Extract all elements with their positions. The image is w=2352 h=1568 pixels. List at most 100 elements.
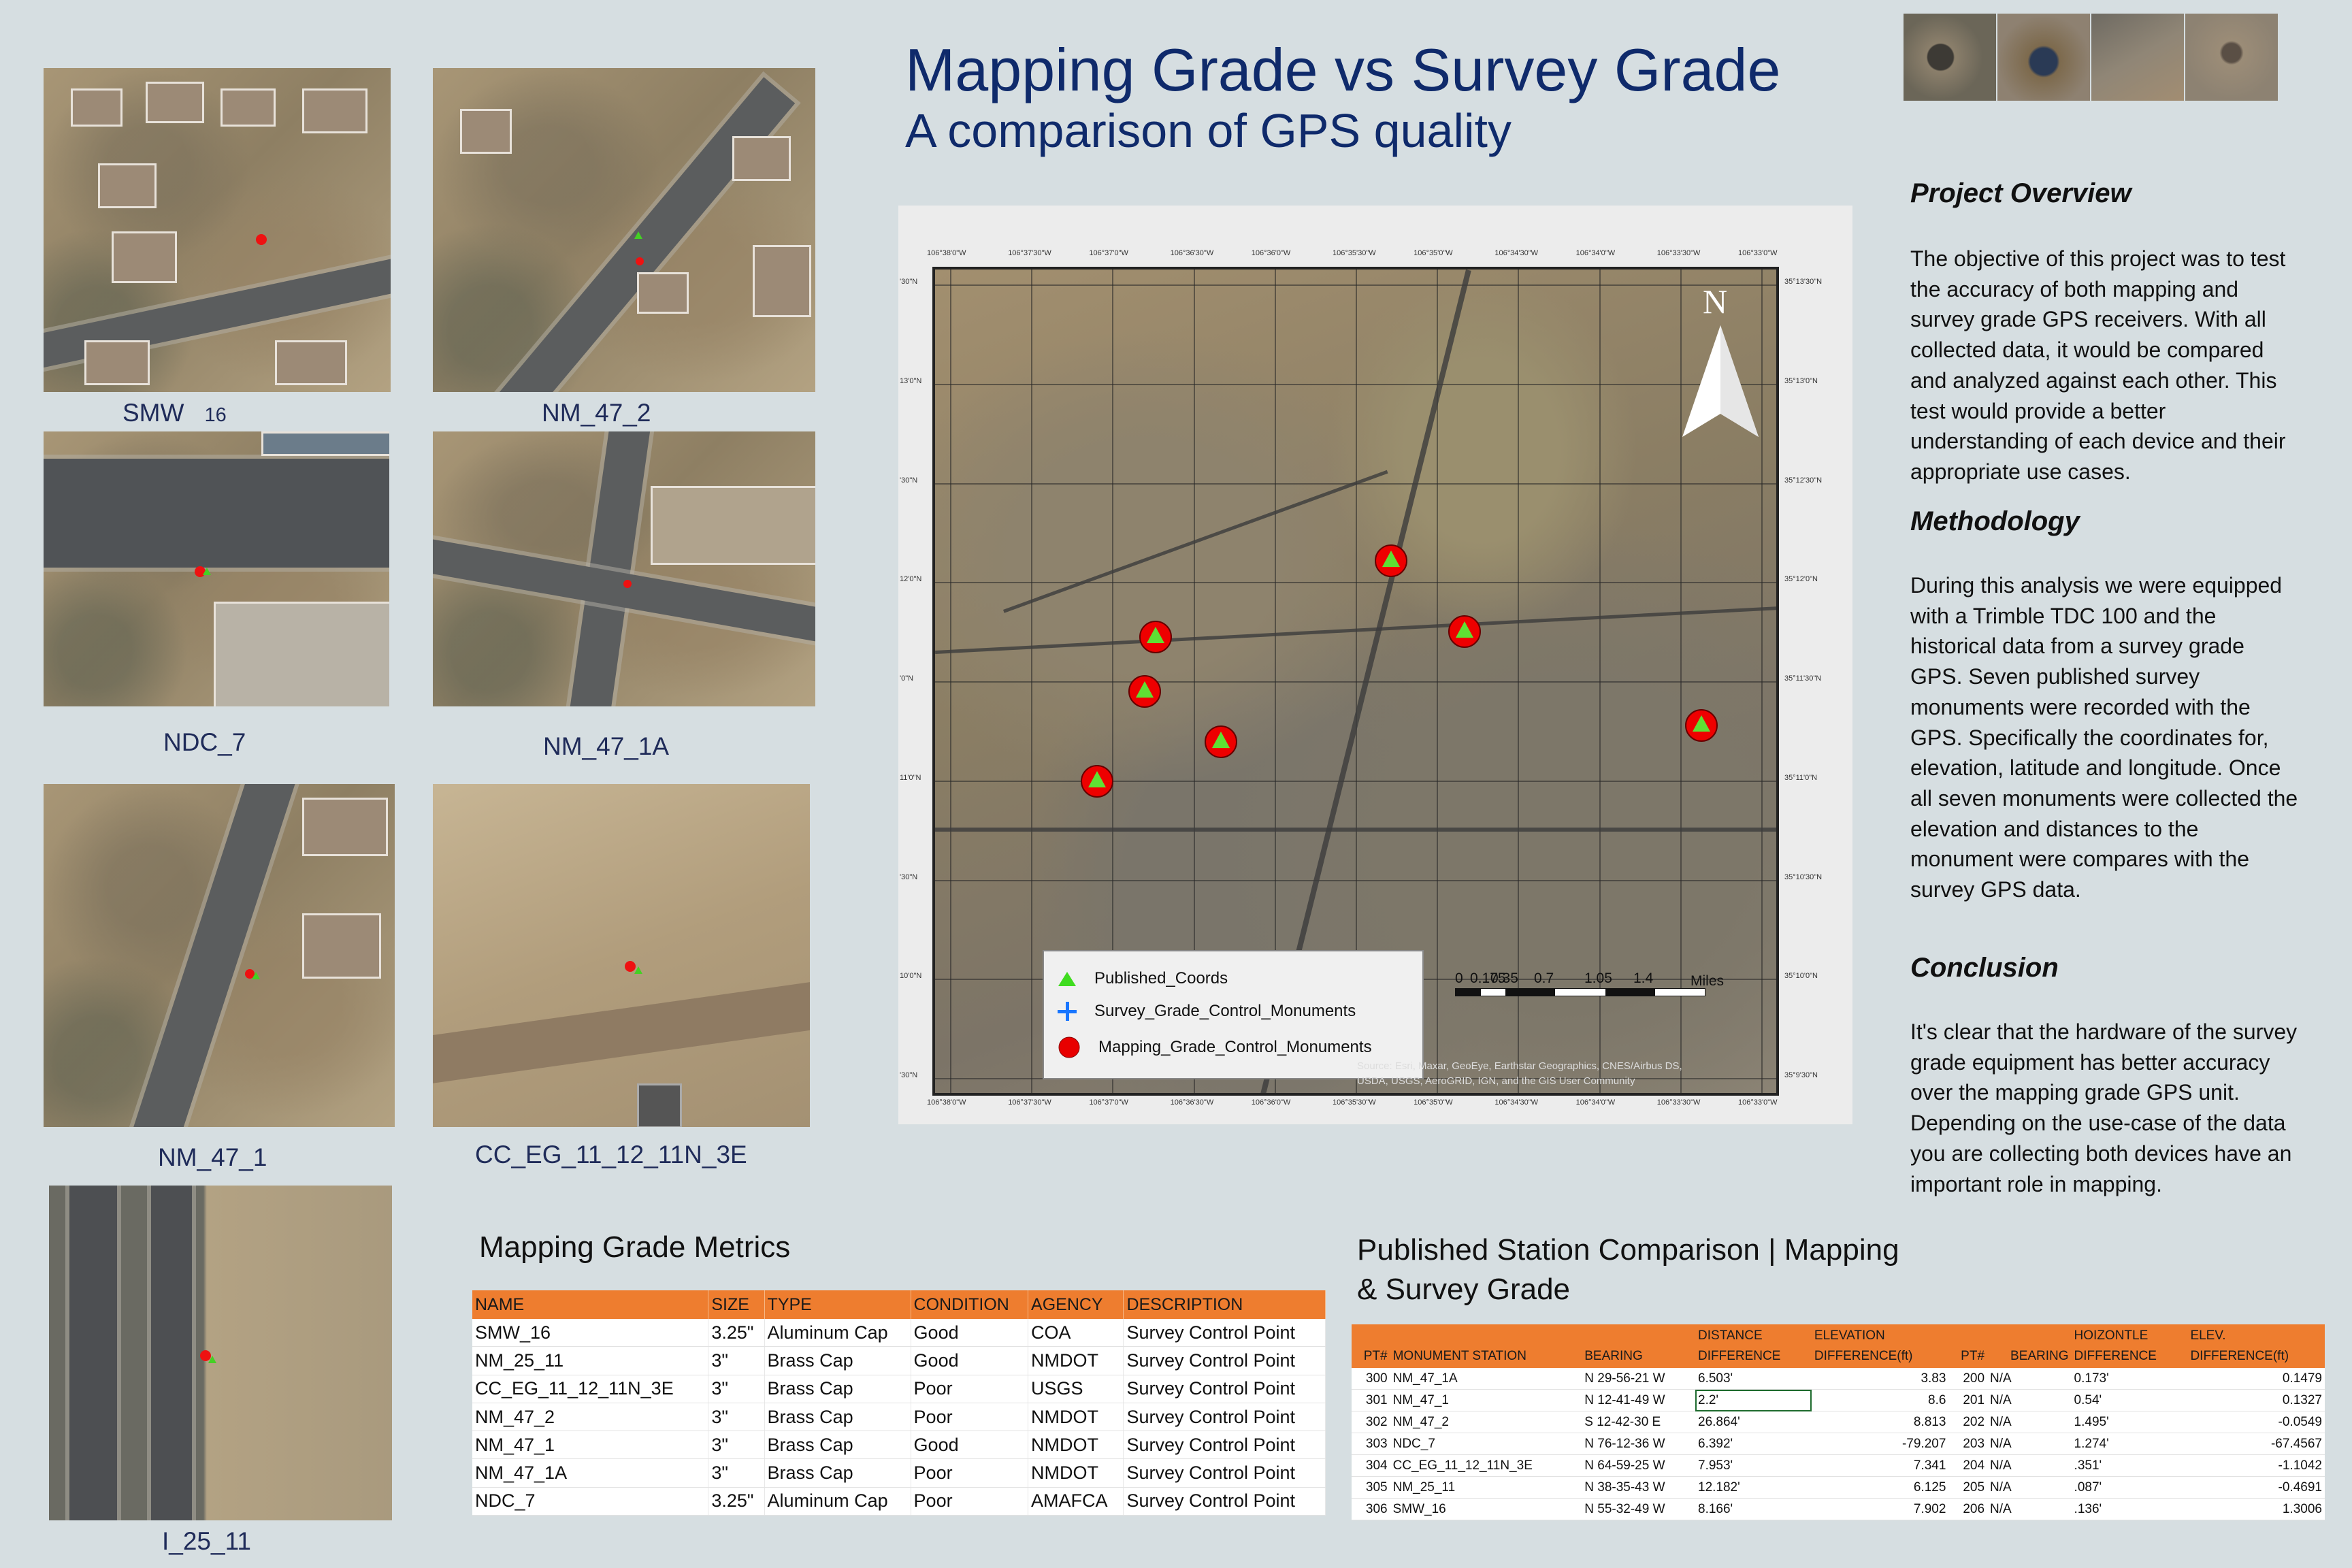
- table-cell[interactable]: N 55-32-49 W: [1582, 1498, 1696, 1520]
- table-cell[interactable]: AMAFCA: [1028, 1487, 1124, 1516]
- table-cell[interactable]: SMW_16: [1390, 1498, 1582, 1520]
- monument-marker[interactable]: [1139, 621, 1172, 653]
- table-cell[interactable]: Survey Control Point: [1123, 1319, 1326, 1348]
- table-cell[interactable]: Brass Cap: [764, 1431, 911, 1460]
- table-cell[interactable]: Aluminum Cap: [764, 1487, 911, 1516]
- table-cell[interactable]: N/A: [1987, 1433, 2072, 1455]
- table-cell[interactable]: 7.953': [1695, 1454, 1812, 1477]
- table-cell[interactable]: 3": [708, 1403, 765, 1432]
- table-cell[interactable]: CC_EG_11_12_11N_3E: [1390, 1454, 1582, 1477]
- table-cell[interactable]: N/A: [1987, 1411, 2072, 1433]
- table-cell[interactable]: USGS: [1028, 1375, 1124, 1403]
- table-cell[interactable]: 200: [1948, 1368, 1988, 1390]
- table-cell[interactable]: 305: [1352, 1476, 1390, 1499]
- table-cell[interactable]: NM_25_11: [1390, 1476, 1582, 1499]
- table-cell[interactable]: CC_EG_11_12_11N_3E: [472, 1375, 709, 1403]
- table-cell[interactable]: 3": [708, 1346, 765, 1375]
- table-cell[interactable]: 3": [708, 1431, 765, 1460]
- table-cell[interactable]: NM_47_2: [1390, 1411, 1582, 1433]
- table-cell[interactable]: 3": [708, 1458, 765, 1488]
- table-cell[interactable]: 304: [1352, 1454, 1390, 1477]
- table-cell[interactable]: 0.54': [2071, 1389, 2188, 1411]
- table-cell[interactable]: 205: [1948, 1476, 1988, 1499]
- monument-marker[interactable]: [1448, 615, 1481, 648]
- table-cell[interactable]: 202: [1948, 1411, 1988, 1433]
- table-cell[interactable]: NM_47_1A: [1390, 1368, 1582, 1390]
- table-cell[interactable]: 3.25": [708, 1319, 765, 1348]
- table-cell[interactable]: 6.503': [1695, 1368, 1812, 1390]
- table-cell[interactable]: Brass Cap: [764, 1346, 911, 1375]
- table-cell[interactable]: 0.173': [2071, 1368, 2188, 1390]
- table-cell[interactable]: Brass Cap: [764, 1458, 911, 1488]
- monument-marker[interactable]: [1375, 544, 1407, 577]
- table-cell[interactable]: 7.902: [1811, 1498, 1949, 1520]
- table-cell[interactable]: .136': [2071, 1498, 2188, 1520]
- table-cell[interactable]: 201: [1948, 1389, 1988, 1411]
- table-cell[interactable]: NM_47_1A: [472, 1458, 709, 1488]
- table-cell[interactable]: 301: [1352, 1389, 1390, 1411]
- table-cell[interactable]: Good: [911, 1319, 1029, 1348]
- table-cell[interactable]: Poor: [911, 1458, 1029, 1488]
- table-cell[interactable]: 8.813: [1811, 1411, 1949, 1433]
- table-cell[interactable]: 1.274': [2071, 1433, 2188, 1455]
- monument-marker[interactable]: [1128, 675, 1161, 708]
- table-cell[interactable]: 12.182': [1695, 1476, 1812, 1499]
- table-cell[interactable]: N 38-35-43 W: [1582, 1476, 1696, 1499]
- table-cell[interactable]: 3.25": [708, 1487, 765, 1516]
- table-cell[interactable]: 2.2': [1695, 1389, 1812, 1411]
- table-cell[interactable]: N/A: [1987, 1476, 2072, 1499]
- table-cell[interactable]: Aluminum Cap: [764, 1319, 911, 1348]
- table-cell[interactable]: S 12-42-30 E: [1582, 1411, 1696, 1433]
- table-cell[interactable]: N/A: [1987, 1389, 2072, 1411]
- table-cell[interactable]: Poor: [911, 1375, 1029, 1403]
- table-cell[interactable]: N/A: [1987, 1368, 2072, 1390]
- table-cell[interactable]: 0.1327: [2187, 1389, 2325, 1411]
- table-cell[interactable]: NDC_7: [1390, 1433, 1582, 1455]
- table-cell[interactable]: NMDOT: [1028, 1458, 1124, 1488]
- table-cell[interactable]: -0.4691: [2187, 1476, 2325, 1499]
- table-cell[interactable]: -67.4567: [2187, 1433, 2325, 1455]
- table-cell[interactable]: Good: [911, 1346, 1029, 1375]
- table-cell[interactable]: 6.125: [1811, 1476, 1949, 1499]
- monument-marker[interactable]: [1205, 725, 1237, 758]
- table-cell[interactable]: 300: [1352, 1368, 1390, 1390]
- table-cell[interactable]: Brass Cap: [764, 1375, 911, 1403]
- table-cell[interactable]: N 76-12-36 W: [1582, 1433, 1696, 1455]
- table-cell[interactable]: N/A: [1987, 1498, 2072, 1520]
- monument-marker[interactable]: [1685, 709, 1718, 742]
- table-cell[interactable]: Survey Control Point: [1123, 1375, 1326, 1403]
- table-cell[interactable]: N/A: [1987, 1454, 2072, 1477]
- table-cell[interactable]: 1.3006: [2187, 1498, 2325, 1520]
- table-cell[interactable]: NMDOT: [1028, 1431, 1124, 1460]
- table-cell[interactable]: NM_47_2: [472, 1403, 709, 1432]
- table-cell[interactable]: -1.1042: [2187, 1454, 2325, 1477]
- table-cell[interactable]: .351': [2071, 1454, 2188, 1477]
- table-cell[interactable]: -79.207: [1811, 1433, 1949, 1455]
- table-cell[interactable]: N 64-59-25 W: [1582, 1454, 1696, 1477]
- table-cell[interactable]: 26.864': [1695, 1411, 1812, 1433]
- table-cell[interactable]: 203: [1948, 1433, 1988, 1455]
- table-cell[interactable]: Survey Control Point: [1123, 1431, 1326, 1460]
- table-cell[interactable]: NDC_7: [472, 1487, 709, 1516]
- table-cell[interactable]: Brass Cap: [764, 1403, 911, 1432]
- table-cell[interactable]: Poor: [911, 1487, 1029, 1516]
- table-cell[interactable]: NMDOT: [1028, 1403, 1124, 1432]
- table-cell[interactable]: 302: [1352, 1411, 1390, 1433]
- table-cell[interactable]: 7.341: [1811, 1454, 1949, 1477]
- table-cell[interactable]: NM_47_1: [472, 1431, 709, 1460]
- table-cell[interactable]: N 29-56-21 W: [1582, 1368, 1696, 1390]
- table-cell[interactable]: NM_25_11: [472, 1346, 709, 1375]
- table-cell[interactable]: Good: [911, 1431, 1029, 1460]
- table-cell[interactable]: NMDOT: [1028, 1346, 1124, 1375]
- table-cell[interactable]: 303: [1352, 1433, 1390, 1455]
- table-cell[interactable]: SMW_16: [472, 1319, 709, 1348]
- table-cell[interactable]: 3": [708, 1375, 765, 1403]
- monument-marker[interactable]: [1081, 765, 1113, 798]
- table-cell[interactable]: 8.6: [1811, 1389, 1949, 1411]
- table-cell[interactable]: -0.0549: [2187, 1411, 2325, 1433]
- table-cell[interactable]: 0.1479: [2187, 1368, 2325, 1390]
- table-cell[interactable]: COA: [1028, 1319, 1124, 1348]
- table-cell[interactable]: Survey Control Point: [1123, 1346, 1326, 1375]
- table-cell[interactable]: Survey Control Point: [1123, 1487, 1326, 1516]
- table-cell[interactable]: 206: [1948, 1498, 1988, 1520]
